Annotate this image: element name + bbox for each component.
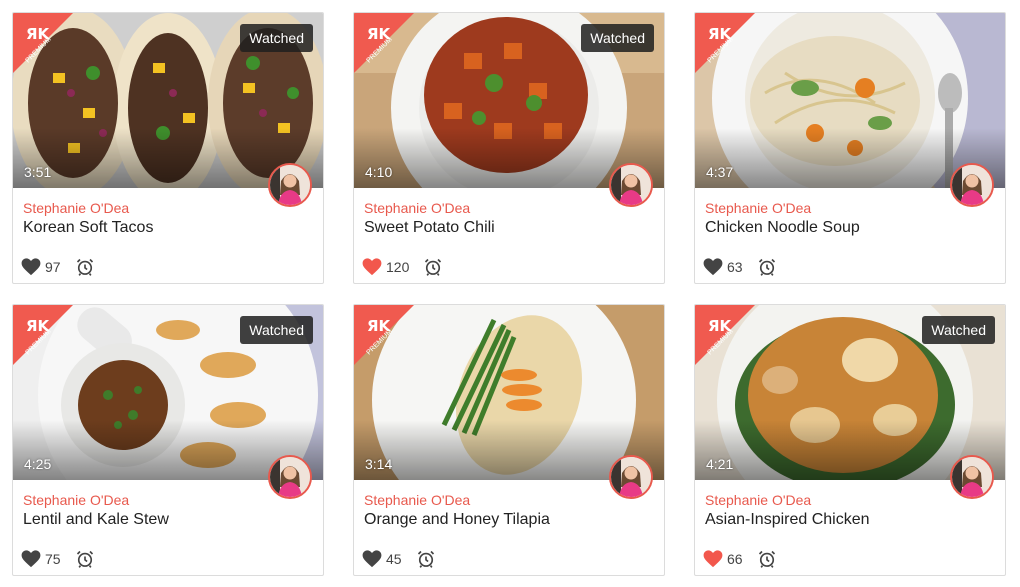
video-duration: 3:14 xyxy=(365,456,393,472)
video-title[interactable]: Lentil and Kale Stew xyxy=(23,511,169,529)
author-avatar[interactable] xyxy=(268,455,312,499)
alarm-clock-icon[interactable] xyxy=(416,549,436,569)
heart-icon[interactable] xyxy=(21,258,41,276)
video-thumbnail[interactable]: ЯK PREMIUM 3:14 xyxy=(354,305,664,480)
video-thumbnail[interactable]: ЯK PREMIUM Watched 3:51 xyxy=(13,13,323,188)
video-stats: 75 xyxy=(21,548,95,570)
video-duration: 4:10 xyxy=(365,164,393,180)
like-count: 66 xyxy=(727,551,743,567)
alarm-clock-icon[interactable] xyxy=(75,257,95,277)
premium-badge-icon: ЯK PREMIUM xyxy=(354,305,414,365)
like-count: 45 xyxy=(386,551,402,567)
video-title[interactable]: Chicken Noodle Soup xyxy=(705,219,860,237)
video-duration: 4:21 xyxy=(706,456,734,472)
alarm-clock-icon[interactable] xyxy=(75,549,95,569)
video-card[interactable]: ЯK PREMIUM Watched 4:25 Stephanie O'Dea … xyxy=(12,304,324,576)
author-avatar[interactable] xyxy=(609,163,653,207)
author-name[interactable]: Stephanie O'Dea xyxy=(705,200,811,216)
author-name[interactable]: Stephanie O'Dea xyxy=(705,492,811,508)
video-duration: 4:37 xyxy=(706,164,734,180)
video-card[interactable]: ЯK PREMIUM 3:14 Stephanie O'Dea Orange a… xyxy=(353,304,665,576)
premium-badge-icon: ЯK PREMIUM xyxy=(13,13,73,73)
video-grid: ЯK PREMIUM Watched 3:51 Stephanie O'Dea … xyxy=(0,0,1020,587)
video-stats: 97 xyxy=(21,256,95,278)
alarm-clock-icon[interactable] xyxy=(757,257,777,277)
premium-badge-icon: ЯK PREMIUM xyxy=(695,13,755,73)
video-card[interactable]: ЯK PREMIUM 4:37 Stephanie O'Dea Chicken … xyxy=(694,12,1006,284)
watched-badge: Watched xyxy=(240,24,313,52)
like-count: 75 xyxy=(45,551,61,567)
heart-icon[interactable] xyxy=(362,258,382,276)
like-count: 120 xyxy=(386,259,410,275)
author-avatar[interactable] xyxy=(950,455,994,499)
video-thumbnail[interactable]: ЯK PREMIUM Watched 4:21 xyxy=(695,305,1005,480)
heart-icon[interactable] xyxy=(703,550,723,568)
video-title[interactable]: Asian-Inspired Chicken xyxy=(705,511,870,529)
heart-icon[interactable] xyxy=(362,550,382,568)
like-count: 63 xyxy=(727,259,743,275)
author-avatar[interactable] xyxy=(609,455,653,499)
author-name[interactable]: Stephanie O'Dea xyxy=(364,492,470,508)
watched-badge: Watched xyxy=(581,24,654,52)
video-title[interactable]: Sweet Potato Chili xyxy=(364,219,495,237)
watched-badge: Watched xyxy=(240,316,313,344)
video-stats: 63 xyxy=(703,256,777,278)
video-title[interactable]: Korean Soft Tacos xyxy=(23,219,153,237)
author-name[interactable]: Stephanie O'Dea xyxy=(23,200,129,216)
video-card[interactable]: ЯK PREMIUM Watched 4:21 Stephanie O'Dea … xyxy=(694,304,1006,576)
heart-icon[interactable] xyxy=(21,550,41,568)
author-avatar[interactable] xyxy=(950,163,994,207)
video-duration: 3:51 xyxy=(24,164,52,180)
video-stats: 45 xyxy=(362,548,436,570)
video-thumbnail[interactable]: ЯK PREMIUM Watched 4:25 xyxy=(13,305,323,480)
premium-badge-icon: ЯK PREMIUM xyxy=(695,305,755,365)
video-title[interactable]: Orange and Honey Tilapia xyxy=(364,511,550,529)
premium-badge-icon: ЯK PREMIUM xyxy=(354,13,414,73)
alarm-clock-icon[interactable] xyxy=(423,257,443,277)
video-card[interactable]: ЯK PREMIUM Watched 3:51 Stephanie O'Dea … xyxy=(12,12,324,284)
video-duration: 4:25 xyxy=(24,456,52,472)
heart-icon[interactable] xyxy=(703,258,723,276)
video-card[interactable]: ЯK PREMIUM Watched 4:10 Stephanie O'Dea … xyxy=(353,12,665,284)
video-thumbnail[interactable]: ЯK PREMIUM 4:37 xyxy=(695,13,1005,188)
like-count: 97 xyxy=(45,259,61,275)
video-stats: 120 xyxy=(362,256,443,278)
video-thumbnail[interactable]: ЯK PREMIUM Watched 4:10 xyxy=(354,13,664,188)
watched-badge: Watched xyxy=(922,316,995,344)
author-name[interactable]: Stephanie O'Dea xyxy=(364,200,470,216)
video-stats: 66 xyxy=(703,548,777,570)
premium-badge-icon: ЯK PREMIUM xyxy=(13,305,73,365)
author-avatar[interactable] xyxy=(268,163,312,207)
author-name[interactable]: Stephanie O'Dea xyxy=(23,492,129,508)
alarm-clock-icon[interactable] xyxy=(757,549,777,569)
